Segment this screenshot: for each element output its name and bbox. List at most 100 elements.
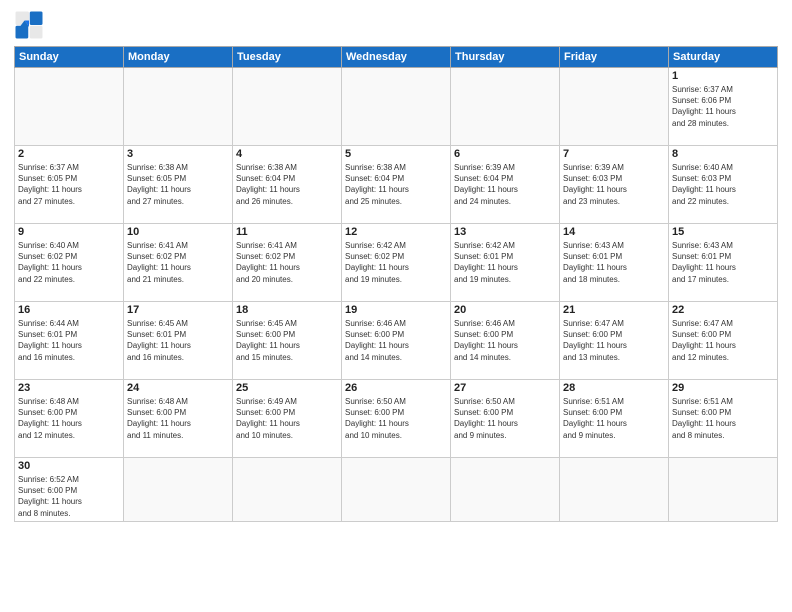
cal-cell: 22 Sunrise: 6:47 AM Sunset: 6:00 PM Dayli…	[669, 302, 778, 380]
day-number: 4	[236, 148, 338, 160]
day-number: 28	[563, 382, 665, 394]
day-number: 2	[18, 148, 120, 160]
cal-cell: 7 Sunrise: 6:39 AM Sunset: 6:03 PM Daylig…	[560, 146, 669, 224]
cal-cell: 24 Sunrise: 6:48 AM Sunset: 6:00 PM Dayli…	[124, 380, 233, 458]
cal-cell	[342, 68, 451, 146]
day-info: Sunrise: 6:52 AM Sunset: 6:00 PM Dayligh…	[18, 474, 120, 519]
day-info: Sunrise: 6:45 AM Sunset: 6:01 PM Dayligh…	[127, 318, 229, 363]
day-info: Sunrise: 6:48 AM Sunset: 6:00 PM Dayligh…	[18, 396, 120, 441]
day-number: 14	[563, 226, 665, 238]
week-row-2: 9 Sunrise: 6:40 AM Sunset: 6:02 PM Daylig…	[15, 224, 778, 302]
logo-icon	[14, 10, 44, 40]
day-info: Sunrise: 6:49 AM Sunset: 6:00 PM Dayligh…	[236, 396, 338, 441]
day-number: 13	[454, 226, 556, 238]
day-info: Sunrise: 6:43 AM Sunset: 6:01 PM Dayligh…	[672, 240, 774, 285]
weekday-header-tuesday: Tuesday	[233, 47, 342, 68]
weekday-header-wednesday: Wednesday	[342, 47, 451, 68]
day-info: Sunrise: 6:43 AM Sunset: 6:01 PM Dayligh…	[563, 240, 665, 285]
cal-cell	[233, 68, 342, 146]
day-number: 25	[236, 382, 338, 394]
cal-cell	[15, 68, 124, 146]
day-number: 16	[18, 304, 120, 316]
cal-cell: 26Sunrise: 6:50 AM Sunset: 6:00 PM Dayli…	[342, 380, 451, 458]
day-info: Sunrise: 6:50 AM Sunset: 6:00 PM Dayligh…	[454, 396, 556, 441]
day-number: 11	[236, 226, 338, 238]
cal-cell	[560, 68, 669, 146]
week-row-1: 2 Sunrise: 6:37 AM Sunset: 6:05 PM Daylig…	[15, 146, 778, 224]
week-row-3: 16Sunrise: 6:44 AM Sunset: 6:01 PM Dayli…	[15, 302, 778, 380]
cal-cell: 1 Sunrise: 6:37 AM Sunset: 6:06 PM Daylig…	[669, 68, 778, 146]
day-info: Sunrise: 6:51 AM Sunset: 6:00 PM Dayligh…	[672, 396, 774, 441]
cal-cell: 21Sunrise: 6:47 AM Sunset: 6:00 PM Dayli…	[560, 302, 669, 380]
day-number: 29	[672, 382, 774, 394]
day-info: Sunrise: 6:38 AM Sunset: 6:04 PM Dayligh…	[345, 162, 447, 207]
day-info: Sunrise: 6:48 AM Sunset: 6:00 PM Dayligh…	[127, 396, 229, 441]
day-number: 6	[454, 148, 556, 160]
day-info: Sunrise: 6:40 AM Sunset: 6:03 PM Dayligh…	[672, 162, 774, 207]
cal-cell: 30 Sunrise: 6:52 AM Sunset: 6:00 PM Dayli…	[15, 458, 124, 522]
day-number: 22	[672, 304, 774, 316]
cal-cell	[560, 458, 669, 522]
week-row-4: 23 Sunrise: 6:48 AM Sunset: 6:00 PM Dayli…	[15, 380, 778, 458]
day-info: Sunrise: 6:51 AM Sunset: 6:00 PM Dayligh…	[563, 396, 665, 441]
cal-cell: 5 Sunrise: 6:38 AM Sunset: 6:04 PM Daylig…	[342, 146, 451, 224]
cal-cell: 28 Sunrise: 6:51 AM Sunset: 6:00 PM Dayli…	[560, 380, 669, 458]
day-number: 1	[672, 70, 774, 82]
day-info: Sunrise: 6:41 AM Sunset: 6:02 PM Dayligh…	[127, 240, 229, 285]
cal-cell: 12Sunrise: 6:42 AM Sunset: 6:02 PM Dayli…	[342, 224, 451, 302]
cal-cell	[342, 458, 451, 522]
week-row-0: 1 Sunrise: 6:37 AM Sunset: 6:06 PM Daylig…	[15, 68, 778, 146]
cal-cell: 27 Sunrise: 6:50 AM Sunset: 6:00 PM Dayli…	[451, 380, 560, 458]
cal-cell: 3Sunrise: 6:38 AM Sunset: 6:05 PM Daylig…	[124, 146, 233, 224]
day-number: 30	[18, 460, 120, 472]
day-number: 17	[127, 304, 229, 316]
calendar-table: SundayMondayTuesdayWednesdayThursdayFrid…	[14, 46, 778, 522]
weekday-header-thursday: Thursday	[451, 47, 560, 68]
cal-cell	[124, 68, 233, 146]
day-info: Sunrise: 6:37 AM Sunset: 6:05 PM Dayligh…	[18, 162, 120, 207]
cal-cell: 19Sunrise: 6:46 AM Sunset: 6:00 PM Dayli…	[342, 302, 451, 380]
day-number: 15	[672, 226, 774, 238]
cal-cell: 8Sunrise: 6:40 AM Sunset: 6:03 PM Daylig…	[669, 146, 778, 224]
cal-cell: 15 Sunrise: 6:43 AM Sunset: 6:01 PM Dayli…	[669, 224, 778, 302]
day-number: 9	[18, 226, 120, 238]
cal-cell: 23 Sunrise: 6:48 AM Sunset: 6:00 PM Dayli…	[15, 380, 124, 458]
day-number: 7	[563, 148, 665, 160]
cal-cell: 20Sunrise: 6:46 AM Sunset: 6:00 PM Dayli…	[451, 302, 560, 380]
cal-cell	[451, 68, 560, 146]
day-info: Sunrise: 6:39 AM Sunset: 6:04 PM Dayligh…	[454, 162, 556, 207]
day-info: Sunrise: 6:47 AM Sunset: 6:00 PM Dayligh…	[672, 318, 774, 363]
day-info: Sunrise: 6:39 AM Sunset: 6:03 PM Dayligh…	[563, 162, 665, 207]
weekday-header-monday: Monday	[124, 47, 233, 68]
day-info: Sunrise: 6:42 AM Sunset: 6:01 PM Dayligh…	[454, 240, 556, 285]
cal-cell: 25 Sunrise: 6:49 AM Sunset: 6:00 PM Dayli…	[233, 380, 342, 458]
day-number: 5	[345, 148, 447, 160]
cal-cell: 6 Sunrise: 6:39 AM Sunset: 6:04 PM Daylig…	[451, 146, 560, 224]
cal-cell: 29 Sunrise: 6:51 AM Sunset: 6:00 PM Dayli…	[669, 380, 778, 458]
cal-cell: 14 Sunrise: 6:43 AM Sunset: 6:01 PM Dayli…	[560, 224, 669, 302]
cal-cell: 11 Sunrise: 6:41 AM Sunset: 6:02 PM Dayli…	[233, 224, 342, 302]
cal-cell: 9 Sunrise: 6:40 AM Sunset: 6:02 PM Daylig…	[15, 224, 124, 302]
weekday-header-friday: Friday	[560, 47, 669, 68]
day-number: 12	[345, 226, 447, 238]
cal-cell: 18Sunrise: 6:45 AM Sunset: 6:00 PM Dayli…	[233, 302, 342, 380]
cal-cell: 2 Sunrise: 6:37 AM Sunset: 6:05 PM Daylig…	[15, 146, 124, 224]
day-info: Sunrise: 6:50 AM Sunset: 6:00 PM Dayligh…	[345, 396, 447, 441]
header	[14, 10, 778, 40]
day-info: Sunrise: 6:46 AM Sunset: 6:00 PM Dayligh…	[345, 318, 447, 363]
cal-cell: 10Sunrise: 6:41 AM Sunset: 6:02 PM Dayli…	[124, 224, 233, 302]
weekday-header-sunday: Sunday	[15, 47, 124, 68]
day-info: Sunrise: 6:40 AM Sunset: 6:02 PM Dayligh…	[18, 240, 120, 285]
day-number: 23	[18, 382, 120, 394]
logo	[14, 10, 48, 40]
day-info: Sunrise: 6:38 AM Sunset: 6:05 PM Dayligh…	[127, 162, 229, 207]
day-number: 18	[236, 304, 338, 316]
day-number: 24	[127, 382, 229, 394]
day-info: Sunrise: 6:37 AM Sunset: 6:06 PM Dayligh…	[672, 84, 774, 129]
day-info: Sunrise: 6:41 AM Sunset: 6:02 PM Dayligh…	[236, 240, 338, 285]
day-number: 21	[563, 304, 665, 316]
week-row-5: 30 Sunrise: 6:52 AM Sunset: 6:00 PM Dayli…	[15, 458, 778, 522]
weekday-header-row: SundayMondayTuesdayWednesdayThursdayFrid…	[15, 47, 778, 68]
day-number: 27	[454, 382, 556, 394]
cal-cell: 17 Sunrise: 6:45 AM Sunset: 6:01 PM Dayli…	[124, 302, 233, 380]
